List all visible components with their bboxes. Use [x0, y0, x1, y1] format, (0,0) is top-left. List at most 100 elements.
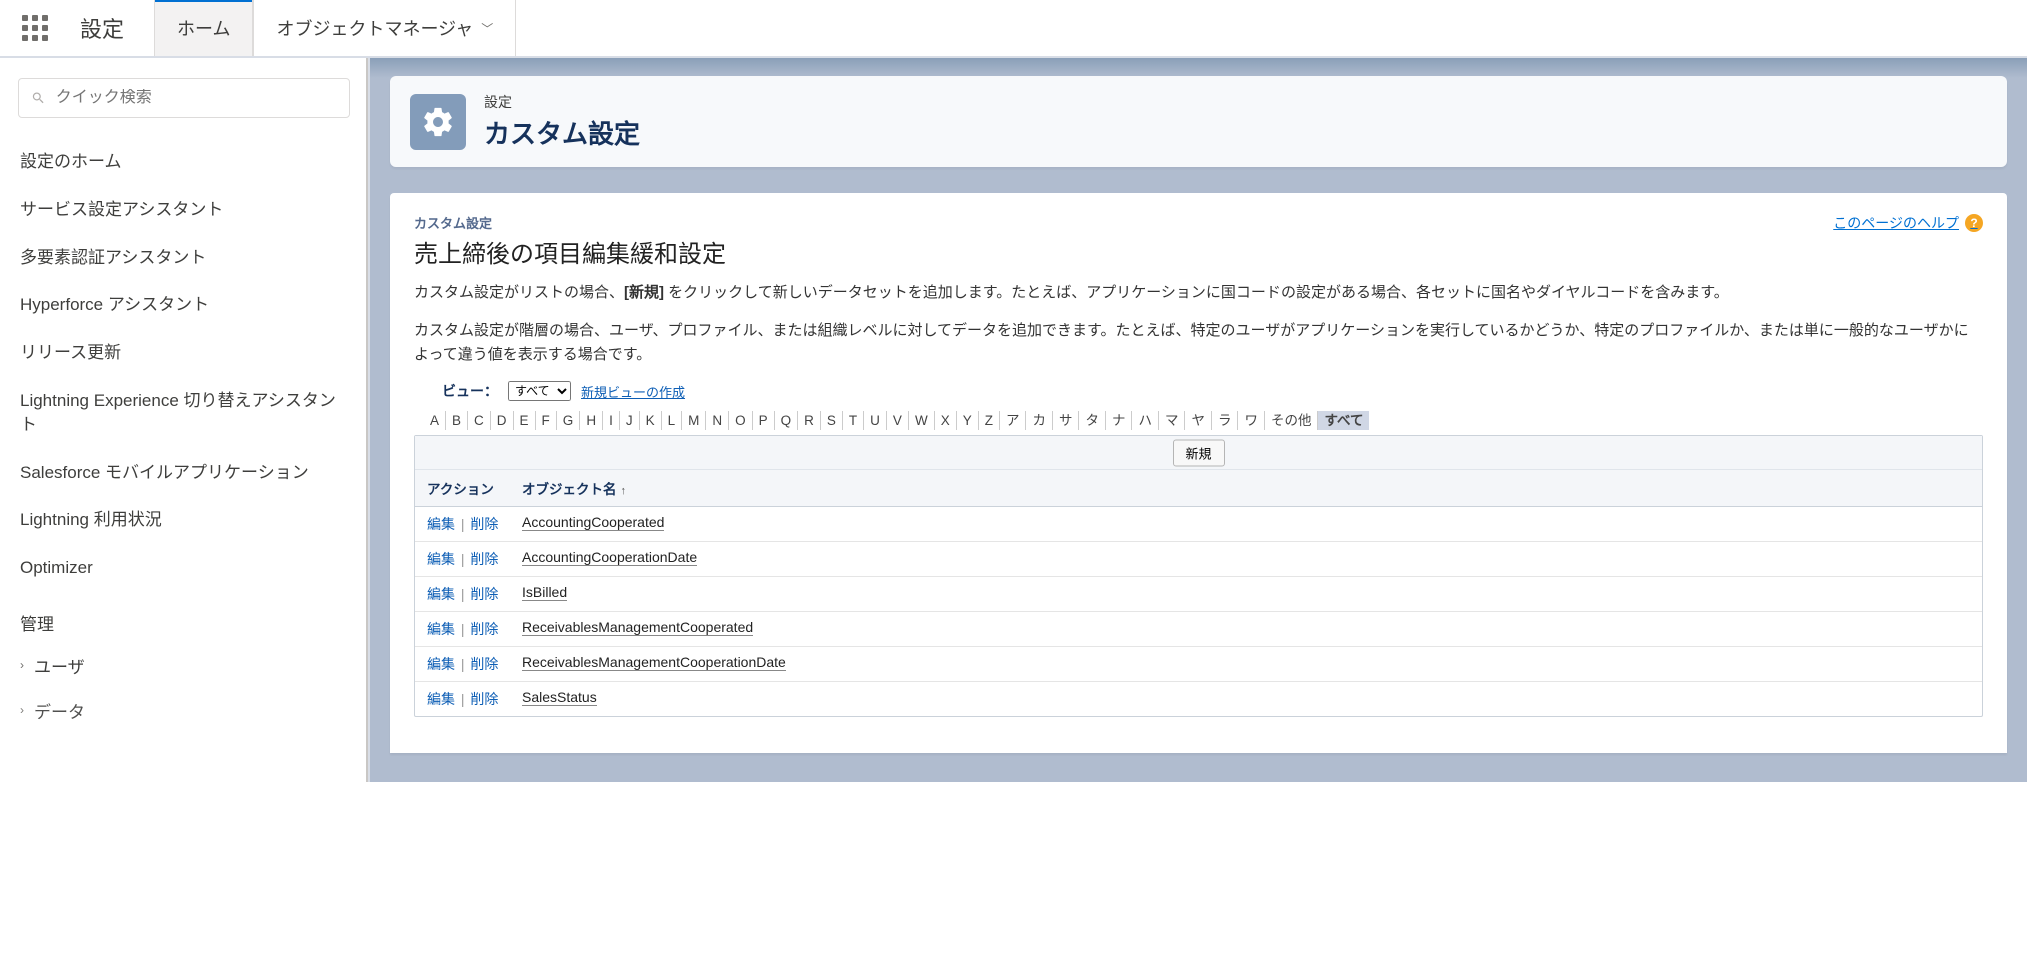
alpha-filter-P[interactable]: P: [753, 411, 775, 430]
table-row: 編集 | 削除 AccountingCooperationDate: [415, 542, 1982, 577]
object-name-link[interactable]: AccountingCooperated: [522, 514, 664, 531]
alpha-filter-Z[interactable]: Z: [979, 411, 1000, 430]
alpha-filter-E[interactable]: E: [514, 411, 536, 430]
chevron-right-icon: ›: [20, 658, 24, 672]
tab-object-manager[interactable]: オブジェクトマネージャ ﹀: [253, 0, 516, 56]
sidebar-item-lex-transition-assistant[interactable]: Lightning Experience 切り替えアシスタント: [0, 377, 368, 449]
alpha-filter-マ[interactable]: マ: [1159, 411, 1186, 430]
sidebar-item-hyperforce-assistant[interactable]: Hyperforce アシスタント: [0, 281, 368, 329]
table-row: 編集 | 削除ReceivablesManagementCooperationD…: [415, 647, 1982, 682]
alpha-filter-S[interactable]: S: [821, 411, 843, 430]
edit-link[interactable]: 編集: [427, 516, 455, 532]
alpha-filter-B[interactable]: B: [446, 411, 468, 430]
alpha-filter-カ[interactable]: カ: [1026, 411, 1053, 430]
alpha-filter-ハ[interactable]: ハ: [1132, 411, 1159, 430]
page-header-crumb: 設定: [484, 92, 640, 112]
alpha-filter-U[interactable]: U: [864, 411, 887, 430]
edit-link[interactable]: 編集: [427, 621, 455, 637]
alpha-filter-G[interactable]: G: [557, 411, 581, 430]
action-separator: |: [457, 586, 468, 602]
sidebar-scrollbar[interactable]: [366, 58, 368, 782]
alpha-filter-T[interactable]: T: [843, 411, 864, 430]
alpha-filter-N[interactable]: N: [706, 411, 729, 430]
delete-link[interactable]: 削除: [470, 656, 498, 672]
alpha-filter-R[interactable]: R: [798, 411, 821, 430]
alpha-filter-ワ[interactable]: ワ: [1238, 411, 1265, 430]
sidebar-item-service-setup-assistant[interactable]: サービス設定アシスタント: [0, 186, 368, 234]
alpha-filter-D[interactable]: D: [491, 411, 514, 430]
alpha-filter-ナ[interactable]: ナ: [1106, 411, 1133, 430]
alpha-filter-ア[interactable]: ア: [1000, 411, 1027, 430]
action-separator: |: [457, 551, 468, 567]
view-select[interactable]: すべて: [508, 381, 571, 401]
alpha-filter-ラ[interactable]: ラ: [1212, 411, 1239, 430]
help-link[interactable]: このページのヘルプ ?: [1833, 213, 1983, 233]
object-name-link[interactable]: ReceivablesManagementCooperationDate: [522, 654, 786, 671]
help-link-label: このページのヘルプ: [1833, 213, 1959, 233]
app-launcher-button[interactable]: [0, 0, 70, 56]
alpha-filter-K[interactable]: K: [640, 411, 662, 430]
delete-link[interactable]: 削除: [470, 516, 498, 532]
alpha-filter-F[interactable]: F: [536, 411, 557, 430]
sidebar-section-admin: 管理: [0, 592, 368, 643]
alpha-filter-A[interactable]: A: [424, 411, 446, 430]
alpha-filter-H[interactable]: H: [580, 411, 603, 430]
alpha-filter-すべて[interactable]: すべて: [1318, 411, 1369, 430]
object-name-link[interactable]: ReceivablesManagementCooperated: [522, 619, 753, 636]
tab-home-label: ホーム: [177, 15, 230, 41]
chevron-right-icon: ›: [20, 703, 24, 717]
sidebar-item-lightning-usage[interactable]: Lightning 利用状況: [0, 496, 368, 544]
alpha-filter-V[interactable]: V: [887, 411, 909, 430]
alpha-filter-C[interactable]: C: [468, 411, 491, 430]
alpha-filter-タ[interactable]: タ: [1079, 411, 1106, 430]
new-button[interactable]: 新規: [1172, 439, 1224, 466]
edit-link[interactable]: 編集: [427, 691, 455, 707]
alpha-filter-ヤ[interactable]: ヤ: [1185, 411, 1212, 430]
object-name-link[interactable]: SalesStatus: [522, 689, 597, 706]
alpha-filter-Q[interactable]: Q: [775, 411, 799, 430]
global-header: 設定 ホーム オブジェクトマネージャ ﹀: [0, 0, 2027, 58]
delete-link[interactable]: 削除: [470, 551, 498, 567]
quick-find-input[interactable]: [56, 89, 337, 107]
description-2: カスタム設定が階層の場合、ユーザ、プロファイル、または組織レベルに対してデータを…: [414, 319, 1983, 367]
alpha-filter-L[interactable]: L: [662, 411, 683, 430]
object-name-link[interactable]: AccountingCooperationDate: [522, 549, 697, 566]
col-header-action: アクション: [427, 478, 522, 498]
list-toolbar: 新規: [415, 436, 1982, 470]
col-header-name[interactable]: オブジェクト名↑: [522, 478, 1970, 498]
alpha-filter-X[interactable]: X: [935, 411, 957, 430]
gear-icon: [410, 94, 466, 150]
setup-sidebar: 設定のホーム サービス設定アシスタント 多要素認証アシスタント Hyperfor…: [0, 58, 370, 782]
alpha-filter-Y[interactable]: Y: [957, 411, 979, 430]
delete-link[interactable]: 削除: [470, 621, 498, 637]
edit-link[interactable]: 編集: [427, 656, 455, 672]
tab-home[interactable]: ホーム: [154, 0, 253, 56]
sidebar-item-salesforce-mobile-app[interactable]: Salesforce モバイルアプリケーション: [0, 449, 368, 497]
sidebar-item-setup-home[interactable]: 設定のホーム: [0, 138, 368, 186]
object-name-link[interactable]: IsBilled: [522, 584, 567, 601]
edit-link[interactable]: 編集: [427, 551, 455, 567]
quick-find-container: [18, 78, 350, 118]
sidebar-tree-users-label: ユーザ: [34, 653, 85, 678]
sidebar-item-release-updates[interactable]: リリース更新: [0, 329, 368, 377]
alpha-filter-M[interactable]: M: [682, 411, 706, 430]
sidebar-tree-users[interactable]: › ユーザ: [0, 643, 368, 688]
alpha-filter-W[interactable]: W: [909, 411, 935, 430]
alpha-filter-O[interactable]: O: [729, 411, 753, 430]
alpha-filter-サ[interactable]: サ: [1053, 411, 1080, 430]
new-view-link[interactable]: 新規ビューの作成: [581, 382, 685, 401]
description-1: カスタム設定がリストの場合、[新規] をクリックして新しいデータセットを追加しま…: [414, 281, 1983, 305]
help-icon: ?: [1965, 214, 1983, 232]
delete-link[interactable]: 削除: [470, 691, 498, 707]
alpha-filter-I[interactable]: I: [603, 411, 620, 430]
action-separator: |: [457, 691, 468, 707]
edit-link[interactable]: 編集: [427, 586, 455, 602]
delete-link[interactable]: 削除: [470, 586, 498, 602]
sidebar-tree-data[interactable]: › データ: [0, 688, 368, 733]
sidebar-item-optimizer[interactable]: Optimizer: [0, 544, 368, 592]
tab-object-manager-label: オブジェクトマネージャ: [276, 15, 473, 41]
sidebar-item-mfa-assistant[interactable]: 多要素認証アシスタント: [0, 234, 368, 282]
alpha-filter-その他[interactable]: その他: [1265, 411, 1319, 430]
app-name: 設定: [70, 0, 154, 56]
alpha-filter-J[interactable]: J: [620, 411, 640, 430]
